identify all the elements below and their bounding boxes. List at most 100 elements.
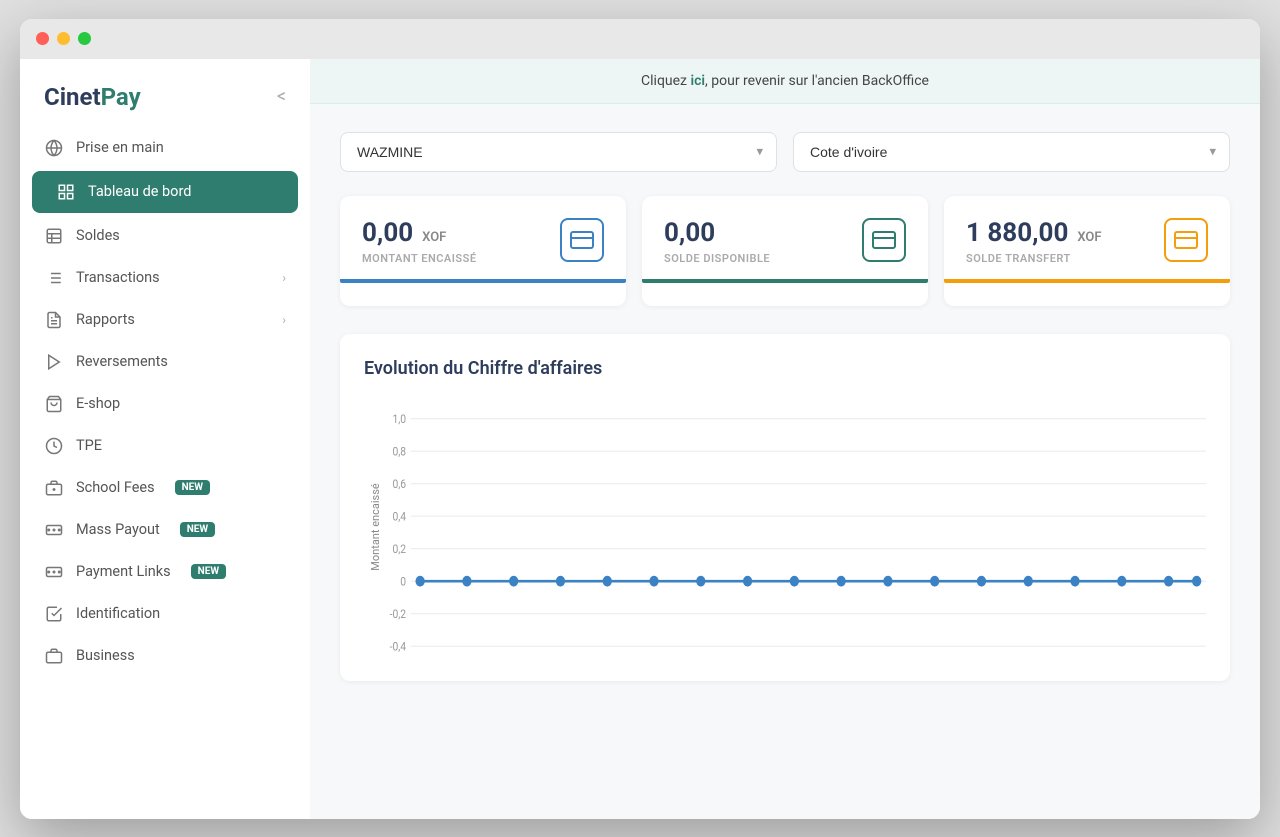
shop-icon <box>44 394 64 414</box>
sidebar-item-soldes[interactable]: Soldes <box>20 215 310 257</box>
maximize-button[interactable] <box>78 32 91 45</box>
logo: CinetPay <box>44 83 141 111</box>
svg-text:0: 0 <box>400 574 406 588</box>
sidebar-label-e-shop: E-shop <box>76 395 120 412</box>
sidebar-collapse-button[interactable]: < <box>277 86 286 107</box>
solde-label: SOLDE DISPONIBLE <box>664 252 770 265</box>
chart-title: Evolution du Chiffre d'affaires <box>364 358 1206 379</box>
sidebar-label-tpe: TPE <box>76 437 102 454</box>
solde-value: 0,00 <box>664 218 715 248</box>
svg-text:-0,2: -0,2 <box>390 607 406 621</box>
sidebar-item-transactions[interactable]: Transactions › <box>20 257 310 299</box>
content-area: WAZMINE ▾ Cote d'ivoire Senegal Mali ▾ <box>310 104 1260 819</box>
svg-text:0,2: 0,2 <box>393 542 407 556</box>
card-montant-encaisse: 0,00 XOF MONTANT ENCAISSÉ <box>340 196 626 306</box>
chart-y-label: Montant encaissé <box>369 483 382 570</box>
rapports-arrow: › <box>282 313 286 327</box>
transfert-value: 1 880,00 <box>966 218 1068 248</box>
cards-row: 0,00 XOF MONTANT ENCAISSÉ <box>340 196 1230 306</box>
sidebar: CinetPay < Prise en main Tableau de bord <box>20 59 310 819</box>
sidebar-label-business: Business <box>76 647 135 664</box>
svg-text:1,0: 1,0 <box>393 412 407 426</box>
card-value-transfert: 1 880,00 XOF <box>966 218 1102 248</box>
logo-area: CinetPay < <box>20 59 310 127</box>
sidebar-item-e-shop[interactable]: E-shop <box>20 383 310 425</box>
filters-row: WAZMINE ▾ Cote d'ivoire Senegal Mali ▾ <box>340 132 1230 172</box>
sidebar-label-school-fees: School Fees <box>76 479 155 496</box>
card-solde-disponible: 0,00 SOLDE DISPONIBLE <box>642 196 928 306</box>
montant-icon <box>560 218 604 262</box>
sidebar-item-prise-en-main[interactable]: Prise en main <box>20 127 310 169</box>
banner-text-after: , pour revenir sur l'ancien BackOffice <box>705 73 929 89</box>
chart-area: Montant encaissé 1,0 <box>364 397 1206 657</box>
payment-links-badge: NEW <box>191 564 226 579</box>
montant-currency: XOF <box>422 230 446 245</box>
sidebar-label-payment-links: Payment Links <box>76 563 171 580</box>
top-banner[interactable]: Cliquez ici, pour revenir sur l'ancien B… <box>310 59 1260 104</box>
card-inner-transfert: 1 880,00 XOF SOLDE TRANSFERT <box>966 218 1208 265</box>
montant-bar <box>340 279 626 283</box>
sidebar-label-reversements: Reversements <box>76 353 168 370</box>
company-select[interactable]: WAZMINE <box>340 132 777 172</box>
card-solde-transfert: 1 880,00 XOF SOLDE TRANSFERT <box>944 196 1230 306</box>
transfert-label: SOLDE TRANSFERT <box>966 252 1102 265</box>
sidebar-item-business[interactable]: Business <box>20 635 310 677</box>
file-icon <box>44 310 64 330</box>
transfert-currency: XOF <box>1077 230 1101 245</box>
solde-icon <box>862 218 906 262</box>
logo-plain: Cinet <box>44 83 101 111</box>
sidebar-label-transactions: Transactions <box>76 269 160 286</box>
sidebar-item-tableau-de-bord[interactable]: Tableau de bord <box>32 171 298 213</box>
logo-bold: Pay <box>101 83 141 111</box>
svg-text:0,8: 0,8 <box>393 444 407 458</box>
card-inner-montant: 0,00 XOF MONTANT ENCAISSÉ <box>362 218 604 265</box>
school-icon <box>44 478 64 498</box>
transactions-arrow: › <box>282 271 286 285</box>
banner-link[interactable]: ici <box>690 73 705 89</box>
close-button[interactable] <box>36 32 49 45</box>
app-window: CinetPay < Prise en main Tableau de bord <box>20 19 1260 819</box>
table-icon <box>44 226 64 246</box>
card-value-solde: 0,00 <box>664 218 770 248</box>
id-icon <box>44 604 64 624</box>
transfert-icon <box>1164 218 1208 262</box>
transfert-bar <box>944 279 1230 283</box>
company-select-wrap: WAZMINE ▾ <box>340 132 777 172</box>
country-select[interactable]: Cote d'ivoire Senegal Mali <box>793 132 1230 172</box>
mass-payout-badge: NEW <box>180 522 215 537</box>
globe-icon <box>44 138 64 158</box>
card-inner-solde: 0,00 SOLDE DISPONIBLE <box>664 218 906 265</box>
school-fees-badge: NEW <box>175 480 210 495</box>
card-text-montant: 0,00 XOF MONTANT ENCAISSÉ <box>362 218 477 265</box>
sidebar-label-identification: Identification <box>76 605 160 622</box>
svg-text:0,6: 0,6 <box>393 477 407 491</box>
svg-text:-0,4: -0,4 <box>390 639 406 653</box>
sidebar-label-mass-payout: Mass Payout <box>76 521 160 538</box>
sidebar-label-tableau-de-bord: Tableau de bord <box>88 183 191 200</box>
sidebar-label-rapports: Rapports <box>76 311 135 328</box>
card-text-solde: 0,00 SOLDE DISPONIBLE <box>664 218 770 265</box>
solde-bar <box>642 279 928 283</box>
sidebar-item-tpe[interactable]: TPE <box>20 425 310 467</box>
link-icon <box>44 562 64 582</box>
sidebar-item-payment-links[interactable]: Payment Links NEW <box>20 551 310 593</box>
montant-label: MONTANT ENCAISSÉ <box>362 252 477 265</box>
list-icon <box>44 268 64 288</box>
sidebar-item-rapports[interactable]: Rapports › <box>20 299 310 341</box>
sidebar-item-mass-payout[interactable]: Mass Payout NEW <box>20 509 310 551</box>
svg-text:0,4: 0,4 <box>393 509 407 523</box>
card-text-transfert: 1 880,00 XOF SOLDE TRANSFERT <box>966 218 1102 265</box>
sidebar-item-identification[interactable]: Identification <box>20 593 310 635</box>
sidebar-label-soldes: Soldes <box>76 227 120 244</box>
banner-text-before: Cliquez <box>641 73 690 89</box>
sidebar-label-prise-en-main: Prise en main <box>76 139 164 156</box>
card-value-montant: 0,00 XOF <box>362 218 477 248</box>
titlebar <box>20 19 1260 59</box>
business-icon <box>44 646 64 666</box>
minimize-button[interactable] <box>57 32 70 45</box>
sidebar-item-school-fees[interactable]: School Fees NEW <box>20 467 310 509</box>
montant-value: 0,00 <box>362 218 413 248</box>
sidebar-item-reversements[interactable]: Reversements <box>20 341 310 383</box>
grid-icon <box>56 182 76 202</box>
country-select-wrap: Cote d'ivoire Senegal Mali ▾ <box>793 132 1230 172</box>
